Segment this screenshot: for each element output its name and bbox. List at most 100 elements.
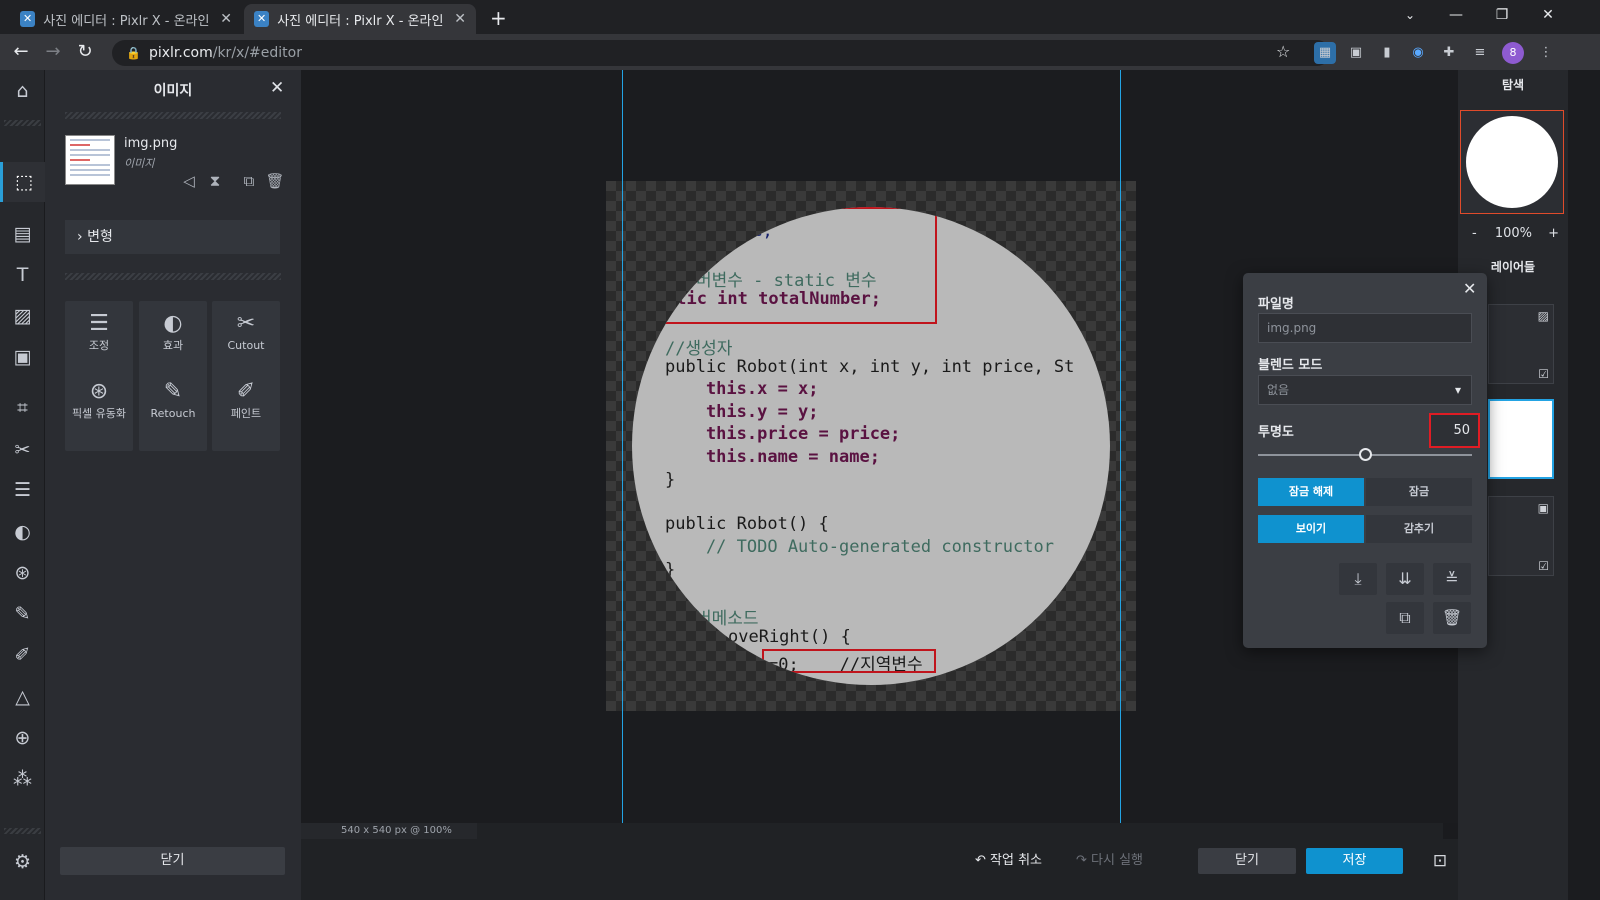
new-tab-icon[interactable]: +: [490, 6, 507, 30]
layer-item-2[interactable]: [1488, 399, 1554, 479]
transform-label: 변형: [87, 229, 113, 245]
show-button[interactable]: 보이기: [1258, 515, 1364, 543]
address-bar[interactable]: 🔒 pixlr.com/kr/x/#editor: [112, 40, 1330, 66]
flip-horizontal-icon[interactable]: ◁: [178, 172, 200, 190]
image-layer[interactable]: me; 버변수 - static 변수 atic int totalNumber…: [632, 207, 1110, 685]
pattern-icon: ▨: [1537, 309, 1549, 323]
layout-tool-icon[interactable]: ▤: [0, 214, 45, 254]
extension-4-icon[interactable]: ◉: [1407, 42, 1429, 64]
duplicate-icon[interactable]: ⧉: [238, 172, 260, 190]
merge-visible-icon[interactable]: ⇊: [1386, 563, 1424, 595]
code-line: // TODO Auto-generated constructor: [665, 537, 1054, 557]
layer-thumbnail[interactable]: [65, 135, 115, 185]
more-tools-icon[interactable]: ⁂: [0, 759, 45, 799]
effects-tool-icon[interactable]: ◐: [0, 512, 45, 552]
lock-icon: 🔒: [126, 46, 141, 60]
layer-item-1[interactable]: ▨ ☑: [1488, 304, 1554, 384]
toggle-panel-icon[interactable]: ⊡: [1428, 848, 1452, 874]
browser-menu-icon[interactable]: ⋮: [1535, 42, 1557, 64]
extensions-puzzle-icon[interactable]: ✚: [1438, 42, 1460, 64]
close-window-icon[interactable]: ✕: [1525, 0, 1571, 34]
tab-title: 사진 에디터 : Pixlr X - 온라인 무: [277, 13, 447, 29]
settings-gear-icon[interactable]: ⚙: [0, 842, 45, 882]
extension-1-icon[interactable]: ▦: [1314, 42, 1336, 64]
element-tool-icon[interactable]: ▨: [0, 296, 45, 336]
layer-item-3[interactable]: ▣ ☑: [1488, 496, 1554, 576]
panel-close-icon[interactable]: ✕: [270, 78, 284, 98]
zoom-out-button[interactable]: -: [1472, 226, 1477, 241]
brush-icon: ✐: [236, 379, 256, 404]
tool-liquify[interactable]: ⊛ 픽셀 유동화: [65, 369, 133, 451]
flip-vertical-icon[interactable]: ⧗: [204, 172, 226, 190]
filename-label: 파일명: [1258, 297, 1294, 312]
close-button[interactable]: 닫기: [1198, 848, 1296, 874]
cutout-tool-icon[interactable]: ✂: [0, 430, 45, 470]
pattern-tool-icon[interactable]: ⊕: [0, 718, 45, 758]
opacity-input[interactable]: 50: [1429, 413, 1480, 448]
crop-tool-icon[interactable]: ⌗: [0, 388, 45, 428]
minimize-icon[interactable]: —: [1433, 0, 1479, 34]
code-line: this.y = y;: [665, 402, 819, 422]
zoom-value: 100%: [1494, 226, 1533, 241]
home-icon[interactable]: ⌂: [0, 71, 45, 111]
browser-tab-1[interactable]: ✕ 사진 에디터 : Pixlr X - 온라인 무 ✕: [10, 4, 242, 34]
lock-button[interactable]: 잠금: [1366, 478, 1472, 506]
tool-label: 페인트: [230, 407, 262, 420]
chevron-right-icon: ›: [77, 229, 83, 245]
text-tool-icon[interactable]: T: [0, 255, 45, 295]
back-icon[interactable]: ←: [6, 34, 36, 70]
tab-search-icon[interactable]: ⌄: [1387, 0, 1433, 34]
redo-icon: ↷: [1076, 853, 1087, 868]
tool-retouch[interactable]: ✎ Retouch: [139, 369, 207, 451]
pixlr-favicon-icon: ✕: [254, 11, 270, 27]
code-line: this.price = price;: [665, 424, 901, 444]
tool-paint[interactable]: ✐ 페인트: [212, 369, 280, 451]
checkbox-icon[interactable]: ☑: [1538, 559, 1549, 573]
hide-button[interactable]: 감추기: [1366, 515, 1472, 543]
image-tool-icon[interactable]: ▣: [0, 337, 45, 377]
pixlr-favicon-icon: ✕: [20, 11, 36, 27]
undo-icon: ↶: [975, 853, 986, 868]
zoom-in-button[interactable]: +: [1548, 226, 1559, 241]
media-control-icon[interactable]: ≡: [1469, 42, 1491, 64]
opacity-slider-knob[interactable]: [1358, 448, 1372, 461]
bookmark-star-icon[interactable]: ☆: [1276, 42, 1290, 61]
undo-button[interactable]: ↶ 작업 취소: [975, 848, 1042, 874]
maximize-icon[interactable]: ❐: [1479, 0, 1525, 34]
horizontal-scrollbar[interactable]: [477, 823, 1443, 839]
redo-button[interactable]: ↷ 다시 실행: [1076, 848, 1143, 874]
canvas-status: 540 x 540 px @ 100%: [301, 823, 477, 839]
code-line: //생성자: [665, 339, 733, 359]
extension-3-icon[interactable]: ▮: [1376, 42, 1398, 64]
merge-down-icon[interactable]: ⤓: [1339, 563, 1377, 595]
browser-tab-2[interactable]: ✕ 사진 에디터 : Pixlr X - 온라인 무 ✕: [244, 4, 476, 34]
navigator-thumbnail[interactable]: [1460, 110, 1564, 214]
save-button[interactable]: 저장: [1306, 848, 1403, 874]
delete-icon[interactable]: 🗑: [264, 172, 286, 190]
profile-avatar[interactable]: 8: [1502, 42, 1524, 64]
reload-icon[interactable]: ↻: [70, 34, 100, 70]
paint-tool-icon[interactable]: ✐: [0, 635, 45, 675]
tab-close-icon[interactable]: ✕: [454, 11, 466, 27]
retouch-tool-icon[interactable]: ✎: [0, 594, 45, 634]
delete-layer-icon[interactable]: 🗑: [1433, 602, 1471, 634]
adjust-tool-icon[interactable]: ☰: [0, 470, 45, 510]
forward-icon[interactable]: →: [38, 34, 68, 70]
code-line: oveRight() {: [728, 627, 851, 647]
arrange-tool-icon[interactable]: ⬚: [0, 162, 45, 202]
tab-close-icon[interactable]: ✕: [220, 11, 232, 27]
duplicate-layer-icon[interactable]: ⧉: [1386, 602, 1424, 634]
checkbox-icon[interactable]: ☑: [1538, 367, 1549, 381]
flatten-icon[interactable]: ≚: [1433, 563, 1471, 595]
popup-close-icon[interactable]: ✕: [1463, 279, 1476, 298]
code-line: public Robot(int x, int y, int price, St: [665, 357, 1075, 377]
filename-input[interactable]: img.png: [1258, 313, 1472, 343]
image-icon: ▣: [1537, 501, 1549, 515]
panel-close-button[interactable]: 닫기: [60, 847, 285, 875]
transform-section[interactable]: › 변형: [65, 220, 280, 254]
shape-tool-icon[interactable]: △: [0, 677, 45, 717]
blend-mode-select[interactable]: 없음 ▾: [1258, 375, 1472, 405]
unlock-button[interactable]: 잠금 해제: [1258, 478, 1364, 506]
liquify-tool-icon[interactable]: ⊛: [0, 553, 45, 593]
extension-2-icon[interactable]: ▣: [1345, 42, 1367, 64]
